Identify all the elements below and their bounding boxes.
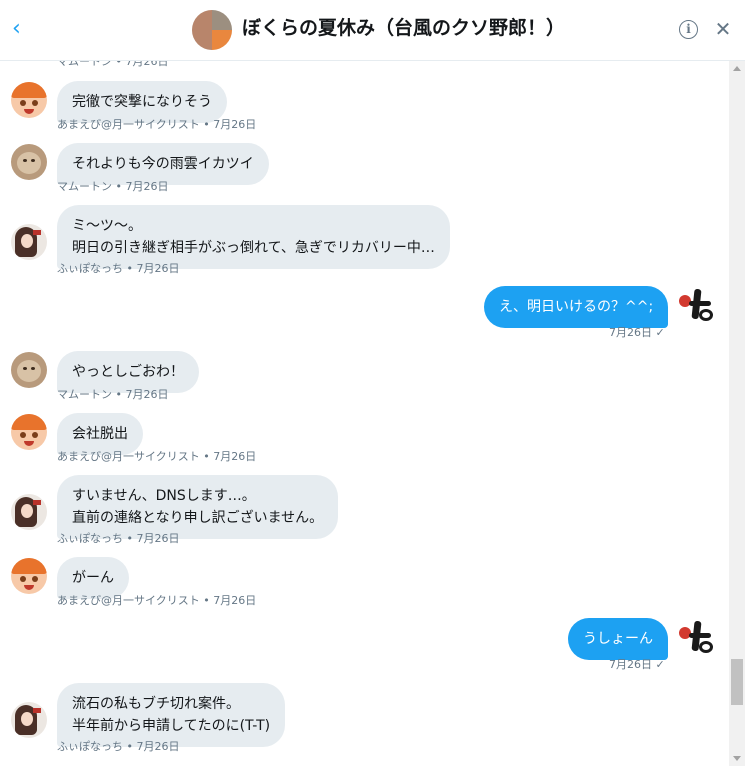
scroll-up-arrow-icon[interactable] xyxy=(733,66,741,71)
message-meta: 7月26日 ✓ xyxy=(609,326,665,339)
message-text: 明日の引き継ぎ相手がぶっ倒れて、急ぎでリカバリー中… xyxy=(72,240,435,256)
scrollbar-thumb[interactable] xyxy=(731,659,743,705)
close-icon[interactable]: ✕ xyxy=(713,17,733,41)
message-text: 完徹で突撃になりそう xyxy=(72,94,212,110)
message-meta: 7月26日 ✓ xyxy=(609,658,665,671)
message-bubble[interactable]: すいません、DNSします…。直前の連絡となり申し訳ございません。 xyxy=(57,475,339,539)
message-bubble[interactable]: 会社脱出 xyxy=(57,413,143,455)
avatar[interactable] xyxy=(11,82,47,118)
message-text: やっとしごおわ！ xyxy=(72,364,184,380)
chevron-left-icon[interactable]: ‹ xyxy=(12,17,30,41)
avatar[interactable] xyxy=(679,619,715,655)
message-text: がーん xyxy=(72,570,114,586)
info-icon[interactable]: i xyxy=(679,20,698,39)
scroll-down-arrow-icon[interactable] xyxy=(733,756,741,761)
message-bubble[interactable]: それよりも今の雨雲イカツイ xyxy=(57,143,269,185)
avatar[interactable] xyxy=(11,494,47,530)
message-bubble[interactable]: やっとしごおわ！ xyxy=(57,351,199,393)
conversation-title[interactable]: ぼくらの夏休み（台風のクソ野郎！） xyxy=(242,14,565,42)
avatar[interactable] xyxy=(11,224,47,260)
avatar[interactable] xyxy=(11,414,47,450)
message-bubble[interactable]: 流石の私もブチ切れ案件。半年前から申請してたのに(T-T) xyxy=(57,683,286,747)
group-avatar[interactable] xyxy=(192,10,232,50)
conversation-header: ‹ ぼくらの夏休み（台風のクソ野郎！） i ✕ xyxy=(0,0,745,61)
message-meta: ふぃぽなっち • 7月26日 xyxy=(57,262,180,275)
message-text: ミ～ツ～。 xyxy=(72,218,142,234)
message-bubble[interactable]: ミ～ツ～。明日の引き継ぎ相手がぶっ倒れて、急ぎでリカバリー中… xyxy=(57,205,450,269)
avatar[interactable] xyxy=(11,144,47,180)
message-meta: ふぃぽなっち • 7月26日 xyxy=(57,532,180,545)
message-text: それよりも今の雨雲イカツイ xyxy=(72,156,254,172)
message-meta: マムートン • 7月26日 xyxy=(57,388,169,401)
message-meta: あまえび@月一サイクリスト • 7月26日 xyxy=(57,450,257,463)
message-bubble[interactable]: がーん xyxy=(57,557,129,599)
message-meta: あまえび@月一サイクリスト • 7月26日 xyxy=(57,118,257,131)
avatar[interactable] xyxy=(11,558,47,594)
message-bubble[interactable]: 完徹で突撃になりそう xyxy=(57,81,227,123)
avatar[interactable] xyxy=(11,352,47,388)
message-meta: ふぃぽなっち • 7月26日 xyxy=(57,740,180,753)
message-text: すいません、DNSします…。 xyxy=(72,488,256,504)
message-text: 半年前から申請してたのに(T-T) xyxy=(72,718,271,734)
avatar[interactable] xyxy=(679,287,715,323)
message-bubble[interactable]: うしょーん xyxy=(568,618,668,660)
message-meta: マムートン • 7月26日 xyxy=(57,180,169,193)
message-meta: あまえび@月一サイクリスト • 7月26日 xyxy=(57,594,257,607)
avatar[interactable] xyxy=(11,702,47,738)
message-text: うしょーん xyxy=(583,631,653,647)
message-text: 直前の連絡となり申し訳ございません。 xyxy=(72,510,324,526)
message-text: 会社脱出 xyxy=(72,426,128,442)
message-text: え、明日いけるの？^^; xyxy=(499,299,654,315)
message-bubble[interactable]: え、明日いけるの？^^; xyxy=(484,286,669,328)
message-text: 流石の私もブチ切れ案件。 xyxy=(72,696,240,712)
